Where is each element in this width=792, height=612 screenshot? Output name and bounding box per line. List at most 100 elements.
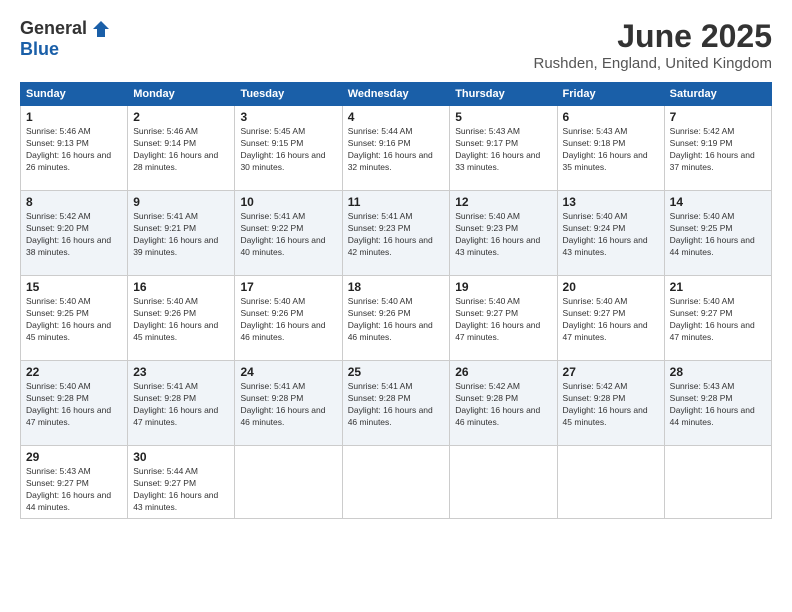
- day-info: Sunrise: 5:41 AM Sunset: 9:28 PM Dayligh…: [240, 381, 336, 429]
- day-number: 13: [563, 195, 659, 209]
- day-info: Sunrise: 5:44 AM Sunset: 9:27 PM Dayligh…: [133, 466, 229, 514]
- day-number: 8: [26, 195, 122, 209]
- daylight-label: Daylight: 16 hours and 46 minutes.: [240, 320, 325, 342]
- sunset-label: Sunset: 9:24 PM: [563, 223, 626, 233]
- day-cell: 2 Sunrise: 5:46 AM Sunset: 9:14 PM Dayli…: [128, 106, 235, 191]
- page: General Blue June 2025 Rushden, England,…: [0, 0, 792, 612]
- sunset-label: Sunset: 9:17 PM: [455, 138, 518, 148]
- day-info: Sunrise: 5:43 AM Sunset: 9:28 PM Dayligh…: [670, 381, 766, 429]
- day-cell: [557, 446, 664, 519]
- day-cell: 13 Sunrise: 5:40 AM Sunset: 9:24 PM Dayl…: [557, 191, 664, 276]
- sunset-label: Sunset: 9:28 PM: [240, 393, 303, 403]
- day-info: Sunrise: 5:43 AM Sunset: 9:17 PM Dayligh…: [455, 126, 551, 174]
- sunrise-label: Sunrise: 5:40 AM: [26, 296, 91, 306]
- sunrise-label: Sunrise: 5:44 AM: [348, 126, 413, 136]
- day-cell: 30 Sunrise: 5:44 AM Sunset: 9:27 PM Dayl…: [128, 446, 235, 519]
- daylight-label: Daylight: 16 hours and 32 minutes.: [348, 150, 433, 172]
- sunset-label: Sunset: 9:13 PM: [26, 138, 89, 148]
- sunrise-label: Sunrise: 5:40 AM: [348, 296, 413, 306]
- day-info: Sunrise: 5:40 AM Sunset: 9:25 PM Dayligh…: [670, 211, 766, 259]
- sunrise-label: Sunrise: 5:41 AM: [133, 211, 198, 221]
- day-cell: 27 Sunrise: 5:42 AM Sunset: 9:28 PM Dayl…: [557, 361, 664, 446]
- daylight-label: Daylight: 16 hours and 40 minutes.: [240, 235, 325, 257]
- logo-icon: [91, 19, 111, 39]
- sunset-label: Sunset: 9:18 PM: [563, 138, 626, 148]
- day-cell: 16 Sunrise: 5:40 AM Sunset: 9:26 PM Dayl…: [128, 276, 235, 361]
- day-info: Sunrise: 5:43 AM Sunset: 9:18 PM Dayligh…: [563, 126, 659, 174]
- daylight-label: Daylight: 16 hours and 46 minutes.: [348, 320, 433, 342]
- sunset-label: Sunset: 9:26 PM: [133, 308, 196, 318]
- sunset-label: Sunset: 9:19 PM: [670, 138, 733, 148]
- day-number: 23: [133, 365, 229, 379]
- day-cell: 19 Sunrise: 5:40 AM Sunset: 9:27 PM Dayl…: [450, 276, 557, 361]
- sunset-label: Sunset: 9:27 PM: [455, 308, 518, 318]
- day-number: 20: [563, 280, 659, 294]
- day-number: 25: [348, 365, 445, 379]
- daylight-label: Daylight: 16 hours and 47 minutes.: [26, 405, 111, 427]
- sunrise-label: Sunrise: 5:42 AM: [670, 126, 735, 136]
- sunrise-label: Sunrise: 5:43 AM: [26, 466, 91, 476]
- daylight-label: Daylight: 16 hours and 45 minutes.: [563, 405, 648, 427]
- day-number: 12: [455, 195, 551, 209]
- col-thursday: Thursday: [450, 83, 557, 106]
- week-row-2: 8 Sunrise: 5:42 AM Sunset: 9:20 PM Dayli…: [21, 191, 772, 276]
- day-cell: [235, 446, 342, 519]
- day-info: Sunrise: 5:44 AM Sunset: 9:16 PM Dayligh…: [348, 126, 445, 174]
- day-number: 21: [670, 280, 766, 294]
- sunset-label: Sunset: 9:25 PM: [26, 308, 89, 318]
- day-cell: 24 Sunrise: 5:41 AM Sunset: 9:28 PM Dayl…: [235, 361, 342, 446]
- day-info: Sunrise: 5:42 AM Sunset: 9:28 PM Dayligh…: [563, 381, 659, 429]
- day-number: 24: [240, 365, 336, 379]
- day-cell: 10 Sunrise: 5:41 AM Sunset: 9:22 PM Dayl…: [235, 191, 342, 276]
- daylight-label: Daylight: 16 hours and 43 minutes.: [563, 235, 648, 257]
- daylight-label: Daylight: 16 hours and 46 minutes.: [455, 405, 540, 427]
- sunrise-label: Sunrise: 5:40 AM: [455, 211, 520, 221]
- day-info: Sunrise: 5:46 AM Sunset: 9:13 PM Dayligh…: [26, 126, 122, 174]
- daylight-label: Daylight: 16 hours and 44 minutes.: [670, 235, 755, 257]
- day-info: Sunrise: 5:40 AM Sunset: 9:28 PM Dayligh…: [26, 381, 122, 429]
- day-cell: 1 Sunrise: 5:46 AM Sunset: 9:13 PM Dayli…: [21, 106, 128, 191]
- logo-general-text: General: [20, 18, 87, 39]
- daylight-label: Daylight: 16 hours and 45 minutes.: [133, 320, 218, 342]
- sunset-label: Sunset: 9:27 PM: [26, 478, 89, 488]
- sunset-label: Sunset: 9:20 PM: [26, 223, 89, 233]
- week-row-5: 29 Sunrise: 5:43 AM Sunset: 9:27 PM Dayl…: [21, 446, 772, 519]
- day-info: Sunrise: 5:41 AM Sunset: 9:21 PM Dayligh…: [133, 211, 229, 259]
- day-cell: [664, 446, 771, 519]
- calendar: Sunday Monday Tuesday Wednesday Thursday…: [20, 82, 772, 519]
- day-cell: 18 Sunrise: 5:40 AM Sunset: 9:26 PM Dayl…: [342, 276, 450, 361]
- day-cell: 5 Sunrise: 5:43 AM Sunset: 9:17 PM Dayli…: [450, 106, 557, 191]
- daylight-label: Daylight: 16 hours and 43 minutes.: [133, 490, 218, 512]
- logo-blue-text: Blue: [20, 39, 59, 60]
- daylight-label: Daylight: 16 hours and 39 minutes.: [133, 235, 218, 257]
- day-info: Sunrise: 5:40 AM Sunset: 9:26 PM Dayligh…: [240, 296, 336, 344]
- day-info: Sunrise: 5:43 AM Sunset: 9:27 PM Dayligh…: [26, 466, 122, 514]
- sunrise-label: Sunrise: 5:43 AM: [670, 381, 735, 391]
- sunrise-label: Sunrise: 5:42 AM: [455, 381, 520, 391]
- day-number: 22: [26, 365, 122, 379]
- day-cell: 29 Sunrise: 5:43 AM Sunset: 9:27 PM Dayl…: [21, 446, 128, 519]
- day-info: Sunrise: 5:42 AM Sunset: 9:28 PM Dayligh…: [455, 381, 551, 429]
- sunset-label: Sunset: 9:21 PM: [133, 223, 196, 233]
- col-saturday: Saturday: [664, 83, 771, 106]
- day-cell: 6 Sunrise: 5:43 AM Sunset: 9:18 PM Dayli…: [557, 106, 664, 191]
- sunrise-label: Sunrise: 5:43 AM: [455, 126, 520, 136]
- sunset-label: Sunset: 9:27 PM: [133, 478, 196, 488]
- daylight-label: Daylight: 16 hours and 28 minutes.: [133, 150, 218, 172]
- sunset-label: Sunset: 9:28 PM: [26, 393, 89, 403]
- daylight-label: Daylight: 16 hours and 46 minutes.: [240, 405, 325, 427]
- sunrise-label: Sunrise: 5:40 AM: [240, 296, 305, 306]
- sunrise-label: Sunrise: 5:46 AM: [133, 126, 198, 136]
- week-row-3: 15 Sunrise: 5:40 AM Sunset: 9:25 PM Dayl…: [21, 276, 772, 361]
- day-cell: 14 Sunrise: 5:40 AM Sunset: 9:25 PM Dayl…: [664, 191, 771, 276]
- day-info: Sunrise: 5:41 AM Sunset: 9:28 PM Dayligh…: [348, 381, 445, 429]
- day-number: 1: [26, 110, 122, 124]
- daylight-label: Daylight: 16 hours and 44 minutes.: [26, 490, 111, 512]
- day-info: Sunrise: 5:45 AM Sunset: 9:15 PM Dayligh…: [240, 126, 336, 174]
- day-cell: 23 Sunrise: 5:41 AM Sunset: 9:28 PM Dayl…: [128, 361, 235, 446]
- sunrise-label: Sunrise: 5:40 AM: [133, 296, 198, 306]
- daylight-label: Daylight: 16 hours and 37 minutes.: [670, 150, 755, 172]
- sunrise-label: Sunrise: 5:41 AM: [348, 211, 413, 221]
- day-cell: [450, 446, 557, 519]
- daylight-label: Daylight: 16 hours and 26 minutes.: [26, 150, 111, 172]
